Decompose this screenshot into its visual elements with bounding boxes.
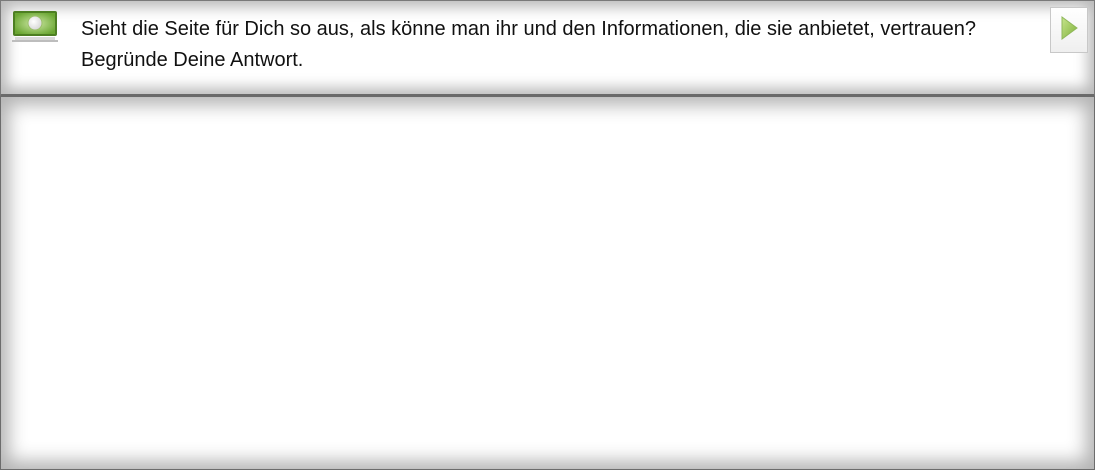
play-arrow-icon bbox=[1059, 15, 1079, 46]
monitor-globe-icon bbox=[11, 10, 59, 43]
question-panel: Sieht die Seite für Dich so aus, als kön… bbox=[0, 0, 1095, 470]
question-header: Sieht die Seite für Dich so aus, als kön… bbox=[0, 0, 1095, 97]
question-text: Sieht die Seite für Dich so aus, als kön… bbox=[81, 18, 976, 71]
next-button[interactable] bbox=[1050, 7, 1088, 53]
answer-input[interactable] bbox=[21, 113, 1071, 453]
answer-area bbox=[0, 97, 1095, 470]
